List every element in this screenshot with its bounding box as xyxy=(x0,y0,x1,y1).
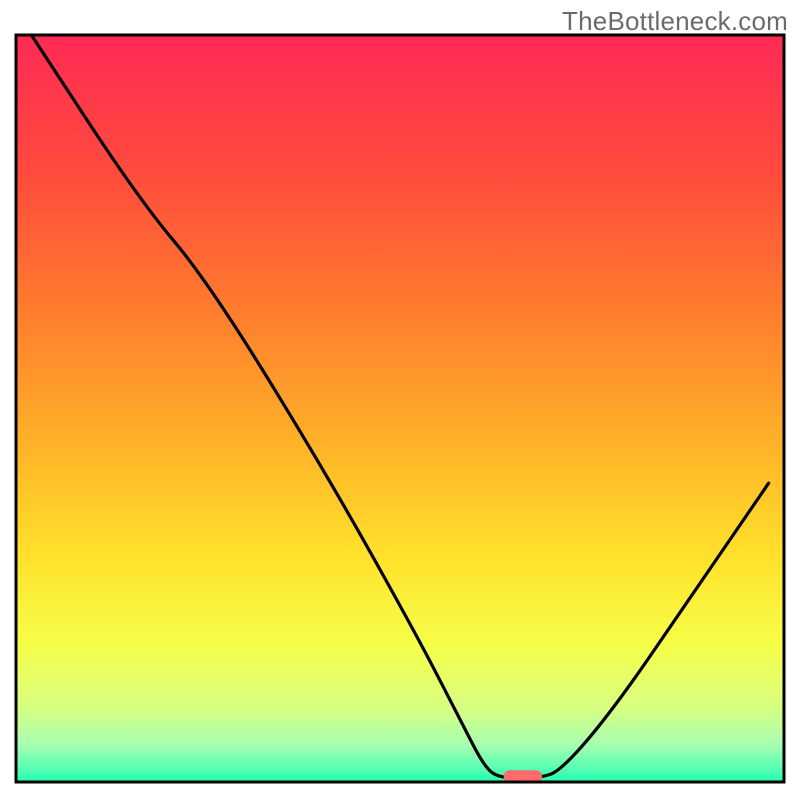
chart-svg xyxy=(0,0,800,800)
plot-background xyxy=(16,35,784,782)
bottleneck-chart: TheBottleneck.com xyxy=(0,0,800,800)
watermark-text: TheBottleneck.com xyxy=(562,6,788,37)
plot-group xyxy=(16,35,784,783)
